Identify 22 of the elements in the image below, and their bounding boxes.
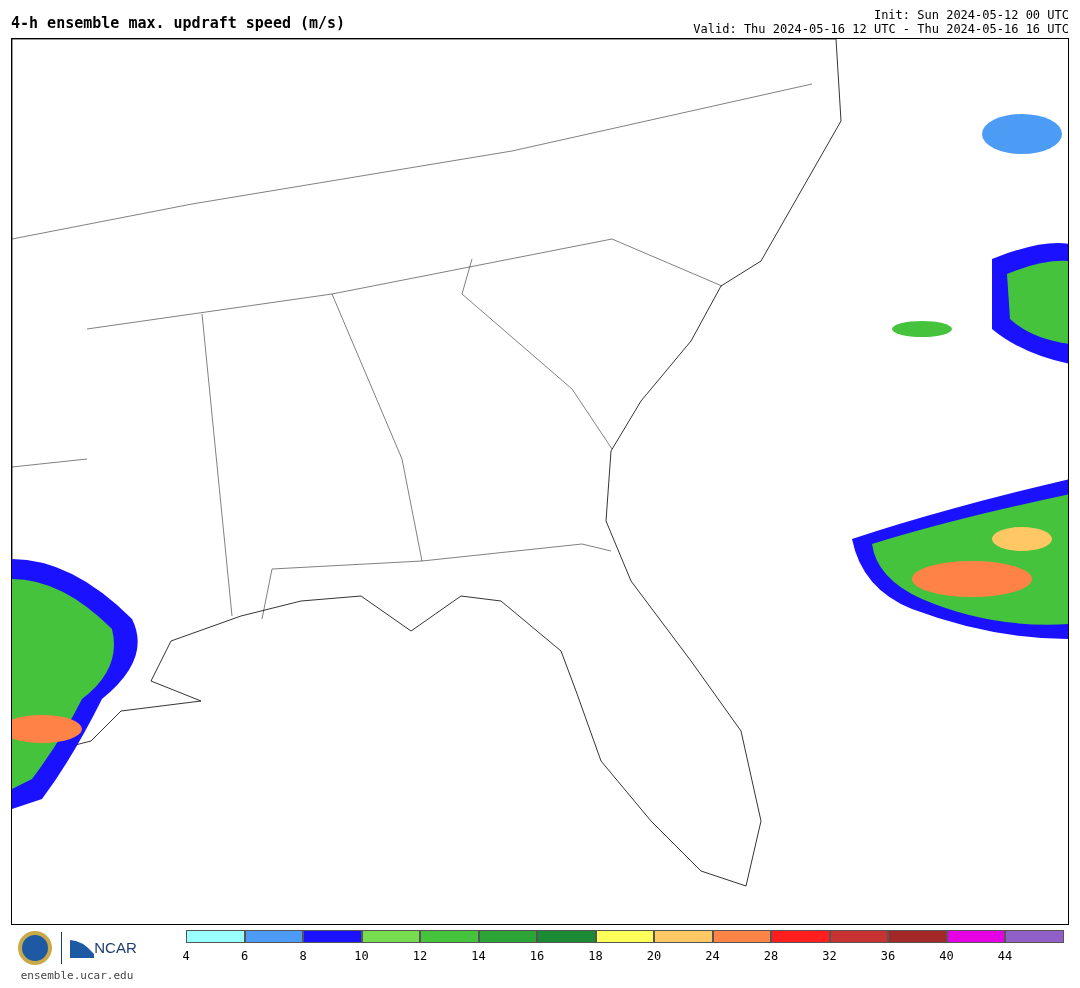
ncar-logo-icon <box>70 938 95 958</box>
tick-label: 28 <box>763 948 779 965</box>
tick-label: 8 <box>299 948 307 965</box>
init-time: Init: Sun 2024-05-12 00 UTC <box>873 8 1069 22</box>
valid-time: Valid: Thu 2024-05-16 12 UTC - Thu 2024-05-16 16 UTC <box>693 22 1069 36</box>
logo-text: NCAR <box>94 937 137 958</box>
tick-label: 10 <box>354 948 369 965</box>
tick-label: 12 <box>412 948 428 965</box>
tick-label: 4 <box>182 948 190 965</box>
chart-title: 4-h ensemble max. updraft speed (m/s) <box>11 13 346 34</box>
tick-label: 6 <box>240 948 249 965</box>
tick-label: 18 <box>588 948 603 965</box>
tick-label: 36 <box>880 948 896 965</box>
tick-label: 44 <box>997 948 1013 965</box>
tick-label: 32 <box>822 948 837 965</box>
tick-label: 24 <box>705 948 720 965</box>
tick-label: 14 <box>471 948 486 965</box>
tick-label: 40 <box>939 948 954 965</box>
globe-logo-icon <box>17 930 54 966</box>
tick-label: 20 <box>646 948 662 965</box>
site-url: ensemble.ucar.edu <box>20 968 134 984</box>
tick-label: 16 <box>529 948 545 965</box>
